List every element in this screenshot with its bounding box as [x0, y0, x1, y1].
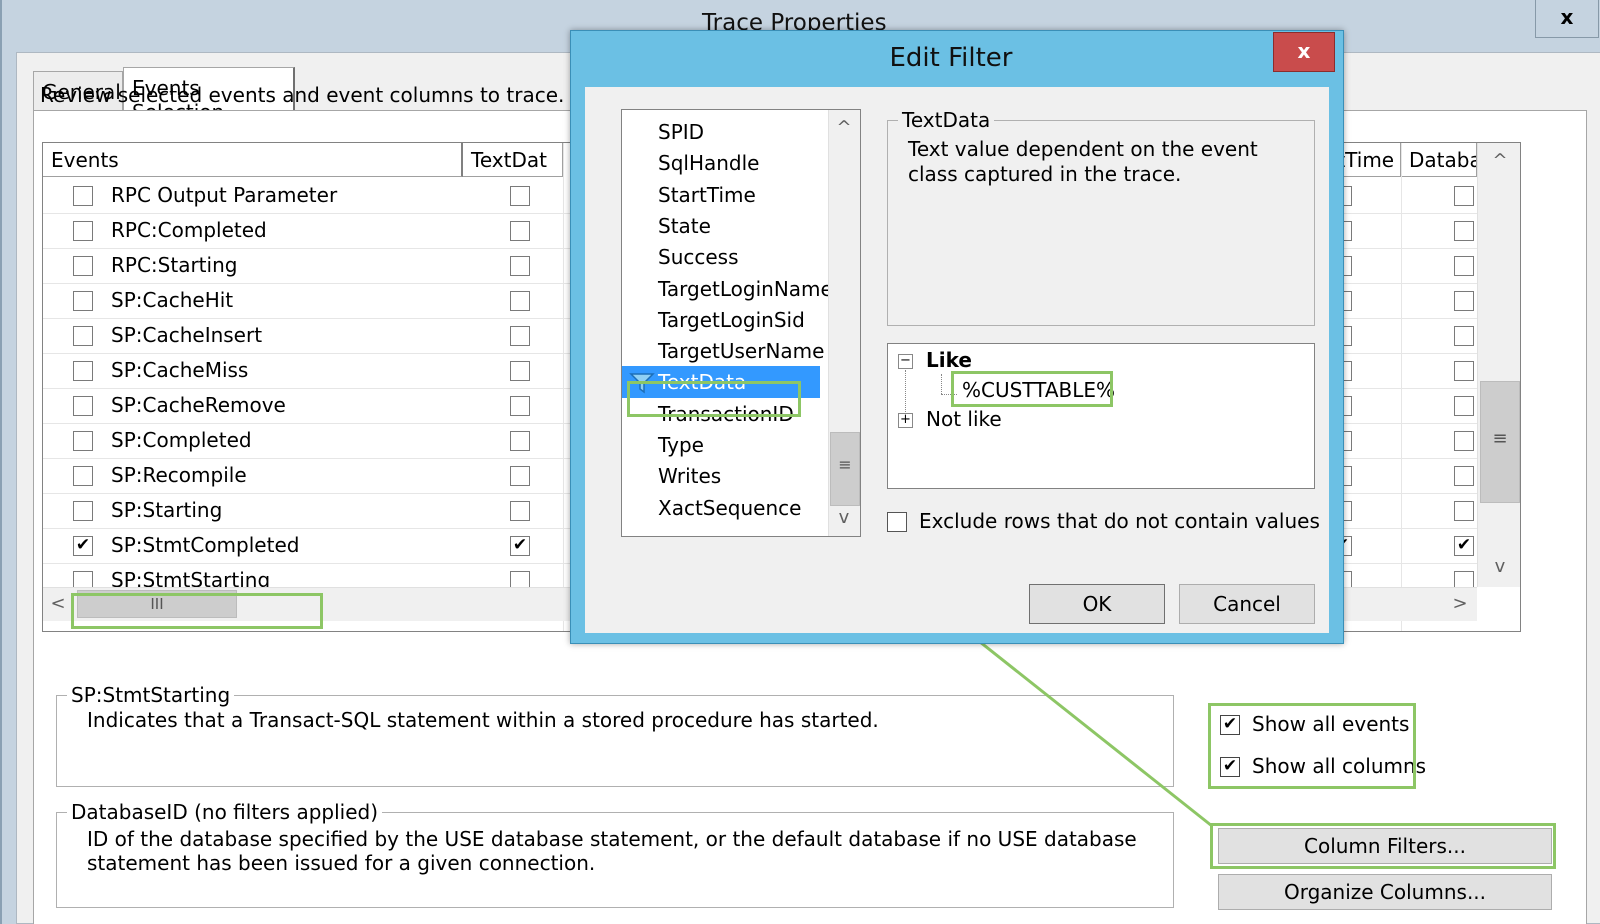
column-description-text: Text value dependent on the event class … [908, 137, 1258, 186]
filter-column-item[interactable]: XactSequence [622, 492, 820, 524]
filter-column-item[interactable]: SPID [622, 116, 820, 148]
tree-guide [941, 394, 957, 395]
edit-filter-dialog: Edit Filter x SPID SqlHandle StartTime Stat… [570, 30, 1344, 644]
filter-column-item[interactable]: TextData [622, 366, 820, 399]
list-scroll-up-icon[interactable]: ^ [829, 112, 859, 144]
filter-column-item[interactable]: TransactionID [622, 398, 820, 430]
collapse-icon[interactable]: − [898, 354, 913, 369]
filter-column-item[interactable]: StartTime [622, 179, 820, 211]
list-scrollbar[interactable]: ^ ≡ v [828, 110, 860, 536]
dialog-body: SPID SqlHandle StartTime State Success Target… [585, 87, 1329, 633]
list-scroll-thumb[interactable]: ≡ [830, 432, 860, 506]
filter-funnel-icon [629, 373, 655, 394]
filter-column-item[interactable]: Success [622, 241, 820, 273]
filter-column-list[interactable]: SPID SqlHandle StartTime State Success Target… [621, 109, 861, 537]
desc-group-title: TextData [898, 108, 995, 132]
dialog-title: Edit Filter [889, 43, 1013, 73]
filter-column-item[interactable]: Type [622, 429, 820, 461]
expand-icon[interactable]: + [898, 413, 913, 428]
like-value-field[interactable]: %CUSTTABLE% [962, 378, 1115, 402]
filter-column-item[interactable]: TargetLoginName [622, 273, 833, 305]
ok-button[interactable]: OK [1029, 584, 1165, 624]
column-description-box: TextData Text value dependent on the eve… [887, 108, 1315, 326]
filter-column-item[interactable]: TargetUserName [622, 335, 824, 367]
filter-column-item[interactable]: SqlHandle [622, 147, 820, 179]
exclude-rows-label: Exclude rows that do not contain values [919, 509, 1320, 533]
cancel-button[interactable]: Cancel [1179, 584, 1315, 624]
tree-node-like[interactable]: Like [926, 348, 972, 372]
dialog-close-icon[interactable]: x [1273, 32, 1335, 72]
filter-column-item[interactable]: Writes [622, 460, 820, 492]
filter-column-item[interactable]: State [622, 210, 820, 242]
tree-node-not-like[interactable]: Not like [926, 407, 1002, 431]
tree-guide [941, 374, 942, 394]
exclude-rows-checkbox[interactable] [887, 512, 907, 532]
filter-column-item[interactable]: TargetLoginSid [622, 304, 820, 336]
filter-operators-tree[interactable]: − Like %CUSTTABLE% + Not like [887, 343, 1315, 489]
list-scroll-down-icon[interactable]: v [829, 502, 859, 534]
